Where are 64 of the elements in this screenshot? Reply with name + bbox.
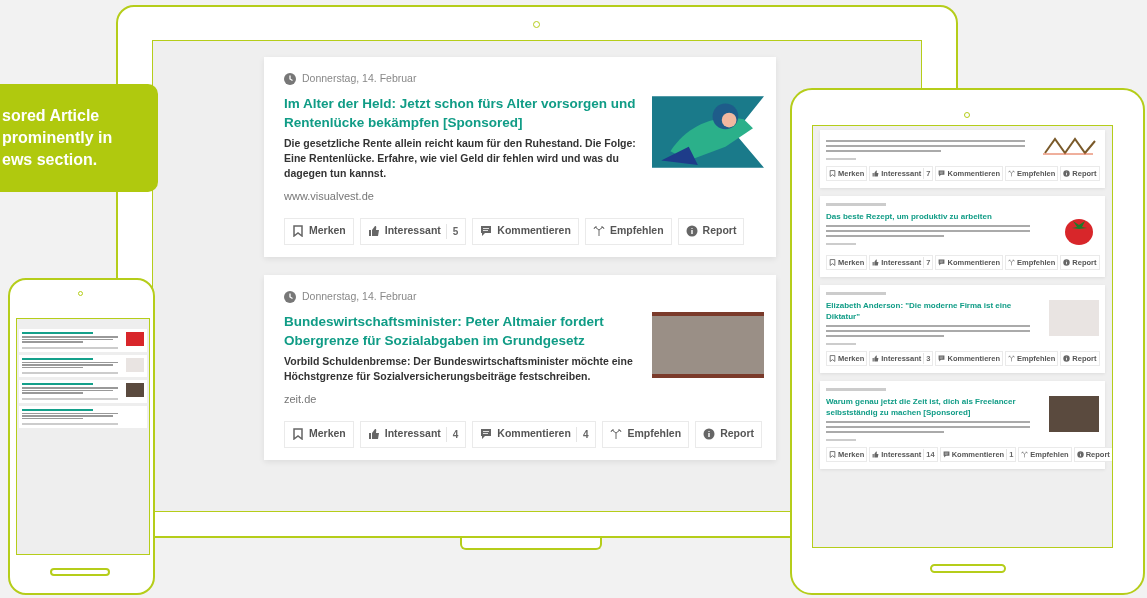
info-icon bbox=[1063, 355, 1071, 362]
action-button[interactable]: Report bbox=[677, 217, 745, 245]
action-button[interactable]: Interessant 5 bbox=[359, 217, 467, 245]
clock-icon bbox=[284, 72, 296, 85]
thumbs-up-icon bbox=[872, 355, 880, 362]
thumbs-up-icon bbox=[367, 428, 380, 440]
bookmark-icon bbox=[292, 428, 304, 440]
share-icon bbox=[1008, 355, 1015, 362]
share-icon bbox=[1008, 259, 1015, 266]
info-icon bbox=[685, 225, 698, 238]
action-button[interactable]: Kommentieren bbox=[472, 217, 579, 245]
info-icon bbox=[703, 428, 716, 440]
photo-placeholder bbox=[1049, 396, 1099, 432]
action-button[interactable]: Merken bbox=[284, 420, 354, 448]
info-icon bbox=[1076, 451, 1084, 458]
source-line-drawing bbox=[826, 158, 856, 160]
date-line-drawing bbox=[826, 292, 886, 295]
thumbs-up-icon bbox=[872, 259, 880, 266]
zigzag-drawing bbox=[1043, 137, 1099, 155]
bookmark-icon bbox=[829, 170, 836, 177]
article-teaser: Vorbild Schuldenbremse: Der Bundeswirtschaftsminister möchte eine Höchstgrenze für Sozialversicherungsbeiträge festschreiben. bbox=[284, 353, 634, 384]
action-button[interactable]: Kommentieren 4 bbox=[472, 420, 597, 448]
action-button[interactable]: Report bbox=[695, 420, 762, 448]
article-date: Donnerstag, 14. Februar bbox=[302, 288, 417, 304]
speech-bubble-icon bbox=[942, 451, 950, 458]
source-line-drawing bbox=[826, 343, 856, 345]
source-line-drawing bbox=[826, 439, 856, 441]
thumbs-up-icon bbox=[872, 451, 880, 458]
callout-text: ews section. bbox=[1, 150, 99, 170]
bookmark-icon bbox=[829, 451, 836, 458]
callout-text: sored Article bbox=[1, 106, 101, 126]
speech-bubble-icon bbox=[938, 170, 946, 177]
article-date: Donnerstag, 14. Februar bbox=[302, 71, 417, 86]
bookmark-icon bbox=[292, 225, 304, 238]
action-button[interactable]: Empfehlen bbox=[602, 420, 690, 448]
callout-text: prominently in bbox=[1, 128, 114, 148]
speech-bubble-icon bbox=[938, 355, 946, 362]
share-icon bbox=[592, 225, 605, 238]
date-line-drawing bbox=[826, 388, 886, 391]
article-title-link[interactable]: Warum genau jetzt die Zeit ist, dich als Freelancer selbstständig zu machen [Sponsored] bbox=[826, 396, 1041, 418]
speech-bubble-icon bbox=[938, 259, 946, 266]
photo-placeholder bbox=[1049, 300, 1099, 336]
share-icon bbox=[610, 428, 623, 440]
speech-bubble-icon bbox=[480, 225, 493, 238]
article-source: zeit.de bbox=[284, 391, 318, 407]
share-icon bbox=[1021, 451, 1029, 458]
action-button[interactable]: Merken bbox=[284, 217, 354, 245]
article-title-link[interactable]: Das beste Rezept, um produktiv zu arbeiten bbox=[826, 211, 1041, 222]
info-icon bbox=[1063, 259, 1071, 266]
article-source: www.visualvest.de bbox=[284, 188, 375, 204]
share-icon bbox=[1008, 170, 1015, 177]
article-title-link[interactable]: Elizabeth Anderson: "Die moderne Firma ist eine Diktatur" bbox=[826, 300, 1041, 322]
bookmark-icon bbox=[829, 259, 836, 266]
speech-bubble-icon bbox=[480, 428, 493, 440]
source-line-drawing bbox=[826, 243, 856, 245]
bookmark-icon bbox=[829, 355, 836, 362]
thumbs-up-icon bbox=[872, 170, 880, 177]
info-icon bbox=[1063, 170, 1071, 177]
action-button[interactable]: Interessant 4 bbox=[359, 420, 467, 448]
thumbs-up-icon bbox=[367, 225, 380, 238]
action-button[interactable]: Empfehlen bbox=[584, 217, 672, 245]
clock-icon bbox=[284, 290, 296, 303]
article-teaser: Die gesetzliche Rente allein reicht kaum für den Ruhestand. Die Folge: Eine Rentenlücke. Erfahre, wie viel Geld dir fehlen wird und was du dagegen tun kannst. bbox=[284, 135, 637, 181]
date-line-drawing bbox=[826, 203, 886, 206]
